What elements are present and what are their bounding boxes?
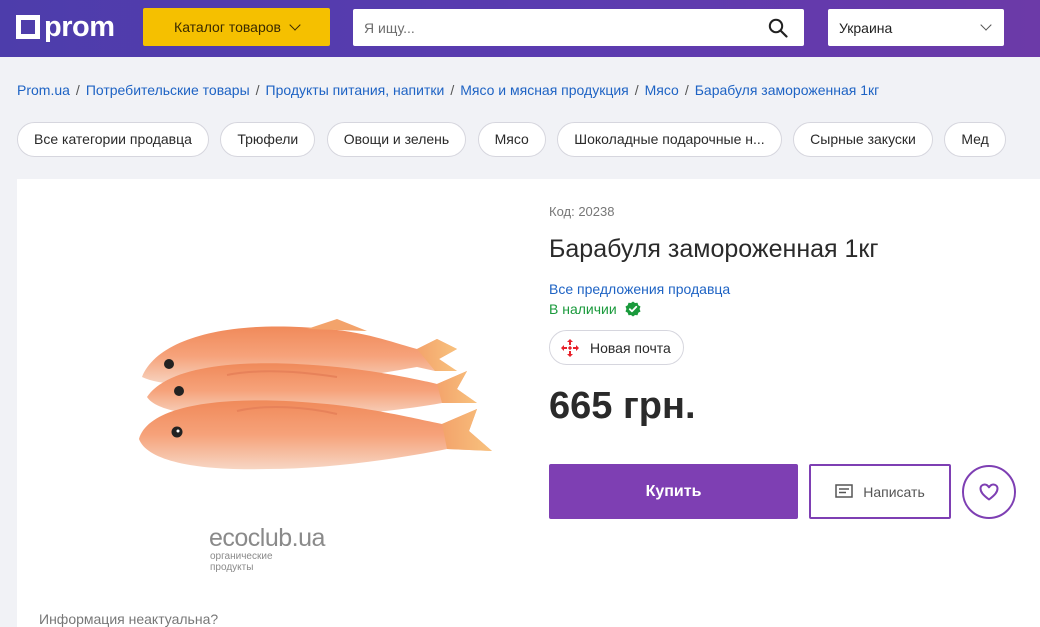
outdated-info-link[interactable]: Информация неактуальна? bbox=[39, 611, 218, 627]
check-badge-icon bbox=[625, 301, 641, 317]
product-code: Код: 20238 bbox=[549, 204, 615, 219]
catalog-button-label: Каталог товаров bbox=[174, 19, 281, 35]
breadcrumb: Prom.ua / Потребительские товары / Продукт… bbox=[17, 82, 880, 98]
category-chip[interactable]: Шоколадные подарочные н... bbox=[557, 122, 782, 157]
prom-logo[interactable]: prom bbox=[16, 12, 115, 42]
message-icon bbox=[835, 483, 853, 498]
product-card: ecoclub.ua органические продукты Информа… bbox=[17, 179, 1040, 627]
region-select[interactable]: Украина bbox=[828, 9, 1004, 46]
breadcrumb-link[interactable]: Prom.ua bbox=[17, 82, 70, 98]
breadcrumb-current[interactable]: Барабуля замороженная 1кг bbox=[695, 82, 880, 98]
ecoclub-tagline: органические продукты bbox=[210, 551, 273, 573]
category-chip[interactable]: Сырные закуски bbox=[793, 122, 933, 157]
product-title: Барабуля замороженная 1кг bbox=[549, 235, 879, 263]
category-chip[interactable]: Овощи и зелень bbox=[326, 122, 467, 157]
search-input[interactable] bbox=[353, 9, 743, 46]
seller-offers-link[interactable]: Все предложения продавца bbox=[549, 281, 730, 297]
ecoclub-logo: ecoclub.ua bbox=[209, 524, 325, 552]
category-chip[interactable]: Трюфели bbox=[220, 122, 316, 157]
seller-category-chips: Все категории продавца Трюфели Овощи и з… bbox=[17, 122, 1040, 158]
stock-status: В наличии bbox=[549, 301, 641, 317]
search-box bbox=[353, 9, 804, 46]
breadcrumb-link[interactable]: Продукты питания, напитки bbox=[266, 82, 445, 98]
stock-label: В наличии bbox=[549, 301, 617, 317]
breadcrumb-link[interactable]: Мясо и мясная продукция bbox=[460, 82, 629, 98]
region-value: Украина bbox=[839, 19, 893, 36]
product-image[interactable]: ecoclub.ua органические продукты bbox=[37, 199, 517, 579]
catalog-button[interactable]: Каталог товаров bbox=[143, 8, 330, 46]
chevron-down-icon bbox=[289, 18, 301, 31]
favorite-button[interactable] bbox=[962, 465, 1016, 519]
heart-icon bbox=[979, 483, 999, 501]
logo-text: prom bbox=[44, 11, 115, 43]
nova-poshta-icon bbox=[561, 338, 579, 357]
fish-illustration bbox=[139, 319, 492, 470]
delivery-badge[interactable]: Новая почта bbox=[549, 330, 684, 365]
delivery-label: Новая почта bbox=[590, 339, 671, 356]
product-price: 665 грн. bbox=[549, 385, 696, 427]
category-chip[interactable]: Все категории продавца bbox=[17, 122, 209, 157]
write-message-button[interactable]: Написать bbox=[809, 464, 951, 519]
chevron-down-icon bbox=[980, 19, 992, 31]
buy-button[interactable]: Купить bbox=[549, 464, 798, 519]
category-chip[interactable]: Мясо bbox=[477, 122, 546, 157]
breadcrumb-link[interactable]: Потребительские товары bbox=[86, 82, 250, 98]
search-icon[interactable] bbox=[768, 18, 788, 38]
write-message-label: Написать bbox=[863, 483, 925, 500]
category-chip[interactable]: Мед bbox=[944, 122, 1006, 157]
logo-square-icon bbox=[16, 15, 40, 39]
breadcrumb-link[interactable]: Мясо bbox=[645, 82, 679, 98]
top-header: prom Каталог товаров Украина bbox=[0, 0, 1040, 57]
